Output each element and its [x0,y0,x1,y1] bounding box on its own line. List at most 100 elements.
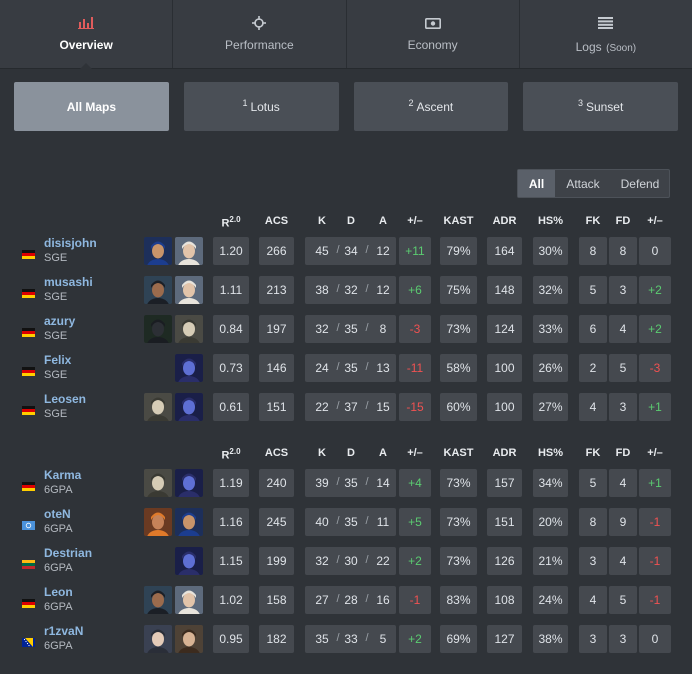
stat-rating: 0.73 [213,354,249,382]
stat-fpm: 0 [639,237,671,265]
stat-kills: 38 [315,283,329,297]
tab-performance[interactable]: Performance [173,0,347,68]
player-team: 6GPA [44,484,73,496]
stat-fpm: +1 [639,469,671,497]
tab-overview-label: Overview [59,38,113,52]
player-name-link[interactable]: Leosen [44,392,86,406]
header-fd: FD [615,215,631,227]
stat-deaths: 33 [344,632,358,646]
stat-acs: 240 [259,469,294,497]
player-name-link[interactable]: azury [44,314,75,328]
stat-fk: 3 [579,547,607,575]
country-flag-icon [22,478,35,491]
stat-assists: 15 [376,400,390,414]
stat-deaths: 34 [344,244,358,258]
stat-rating: 0.95 [213,625,249,653]
stat-pm: -11 [399,354,431,382]
player-team: SGE [44,408,68,420]
header-fk: FK [585,447,601,459]
player-name-link[interactable]: r1zvaN [44,624,83,638]
map-button-ascent[interactable]: 2 Ascent [353,82,509,131]
map-button-all[interactable]: All Maps [14,82,169,131]
player-name-link[interactable]: Karma [44,468,81,482]
stat-pm: +2 [399,625,431,653]
stat-kills: 40 [315,515,329,529]
map-label: Ascent [416,99,454,114]
stat-rating: 1.16 [213,508,249,536]
stat-pm: -3 [399,315,431,343]
map-button-sunset[interactable]: 3 Sunset [523,82,678,131]
stat-assists: 22 [376,554,390,568]
stat-adr: 127 [487,625,522,653]
stat-acs: 266 [259,237,294,265]
stat-pm: +11 [399,237,431,265]
stat-deaths: 30 [344,554,358,568]
stat-fd: 4 [609,547,637,575]
player-name-link[interactable]: oteN [44,507,71,521]
country-flag-icon [22,556,35,569]
agent-fade-icon [175,315,203,343]
player-team: SGE [44,330,68,342]
stat-kills: 35 [315,632,329,646]
map-label: Lotus [250,99,280,114]
stat-acs: 213 [259,276,294,304]
map-button-lotus[interactable]: 1 Lotus [183,82,339,131]
stat-deaths: 35 [344,515,358,529]
stat-kast: 75% [440,276,477,304]
tab-logs[interactable]: Logs (Soon) [520,0,692,68]
stat-adr: 157 [487,469,522,497]
side-filter-attack[interactable]: Attack [555,170,611,197]
stat-kills: 27 [315,593,329,607]
stat-pm: -1 [399,586,431,614]
stat-fd: 8 [609,237,637,265]
player-team: 6GPA [44,601,73,613]
map-label: All Maps [66,99,117,114]
player-name-link[interactable]: disisjohn [44,236,97,250]
side-filter-defend[interactable]: Defend [611,170,669,197]
stat-fpm: 0 [639,625,671,653]
stat-adr: 100 [487,354,522,382]
stat-pm: -15 [399,393,431,421]
stat-assists: 14 [376,476,390,490]
stat-pm: +4 [399,469,431,497]
money-icon [424,16,441,30]
player-team: SGE [44,369,68,381]
player-name-link[interactable]: Destrian [44,546,92,560]
header-kast: KAST [443,447,474,459]
stat-hs: 38% [533,625,568,653]
side-filter: All Attack Defend [517,169,670,198]
header-pm: +/– [407,215,423,227]
stat-assists: 5 [379,632,387,646]
map-number: 1 [242,97,248,108]
tab-economy[interactable]: Economy [347,0,520,68]
tab-overview[interactable]: Overview [0,0,174,69]
stat-rating: 0.84 [213,315,249,343]
country-flag-icon [22,634,35,647]
player-name-link[interactable]: musashi [44,275,93,289]
stats-header: R2.0 ACS K D A +/– KAST ADR HS% FK FD +/– [0,215,692,230]
stat-kast: 73% [440,315,477,343]
country-flag-icon [22,285,35,298]
stat-fpm: -3 [639,354,671,382]
header-kast: KAST [443,215,474,227]
stat-fk: 8 [579,508,607,536]
stat-adr: 148 [487,276,522,304]
stat-acs: 182 [259,625,294,653]
stat-kda: 22/37/15 [305,393,396,421]
header-fd: FD [615,447,631,459]
stat-kda: 32/35/8 [305,315,396,343]
stat-assists: 8 [379,322,387,336]
stat-fpm: +2 [639,276,671,304]
stat-kast: 79% [440,237,477,265]
stat-kills: 22 [315,400,329,414]
stat-fk: 5 [579,469,607,497]
agent-phoenix-icon [144,508,172,536]
stat-kast: 73% [440,469,477,497]
stat-fd: 4 [609,315,637,343]
agent-sova-icon [175,276,203,304]
player-name-link[interactable]: Leon [44,585,73,599]
country-flag-icon [22,363,35,376]
player-name-link[interactable]: Felix [44,353,71,367]
header-a: A [379,215,387,227]
side-filter-all[interactable]: All [518,170,555,197]
